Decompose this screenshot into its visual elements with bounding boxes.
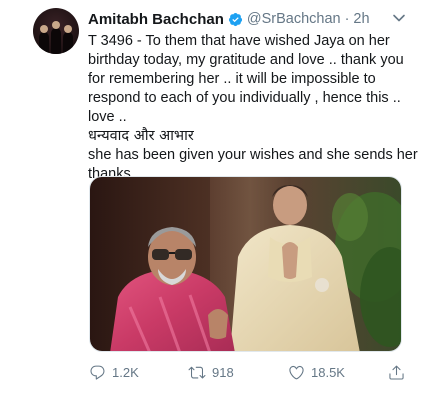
share-button[interactable] — [388, 362, 405, 382]
reply-count: 1.2K — [112, 364, 139, 380]
tweet-card[interactable]: Amitabh Bachchan @SrBachchan · 2h T 3496… — [0, 0, 438, 400]
retweet-button[interactable]: 918 — [188, 362, 234, 382]
share-icon — [388, 364, 405, 381]
reply-icon — [89, 364, 106, 381]
heart-icon — [288, 364, 305, 381]
retweet-icon — [188, 364, 206, 381]
avatar[interactable] — [33, 8, 79, 54]
tweet-actions: 1.2K 918 18.5K — [0, 362, 438, 384]
user-handle[interactable]: @SrBachchan — [247, 11, 341, 27]
separator-dot: · — [344, 11, 350, 27]
tweet-photo[interactable] — [89, 176, 402, 352]
tweet-text-line: birthday today, my gratitude and love ..… — [88, 52, 404, 68]
timestamp[interactable]: 2h — [353, 11, 369, 27]
chevron-down-icon[interactable] — [392, 11, 406, 25]
verified-badge-icon — [228, 12, 243, 27]
like-button[interactable]: 18.5K — [288, 362, 345, 382]
like-count: 18.5K — [311, 364, 345, 380]
tweet-text-line-hindi: धन्यवाद और आभार — [88, 128, 194, 144]
tweet-text-line: for remembering her .. it will be imposs… — [88, 71, 376, 87]
tweet-text: T 3496 - To them that have wished Jaya o… — [88, 32, 418, 184]
tweet-text-line: respond to each of you individually , he… — [88, 90, 401, 106]
tweet-text-line: love .. — [88, 109, 127, 125]
tweet-text-line: she has been given your wishes and she s… — [88, 147, 418, 163]
tweet-text-line: T 3496 - To them that have wished Jaya o… — [88, 33, 390, 49]
reply-button[interactable]: 1.2K — [89, 362, 139, 382]
display-name[interactable]: Amitabh Bachchan — [88, 11, 224, 28]
tweet-header: Amitabh Bachchan @SrBachchan · 2h — [88, 9, 370, 29]
retweet-count: 918 — [212, 364, 234, 380]
